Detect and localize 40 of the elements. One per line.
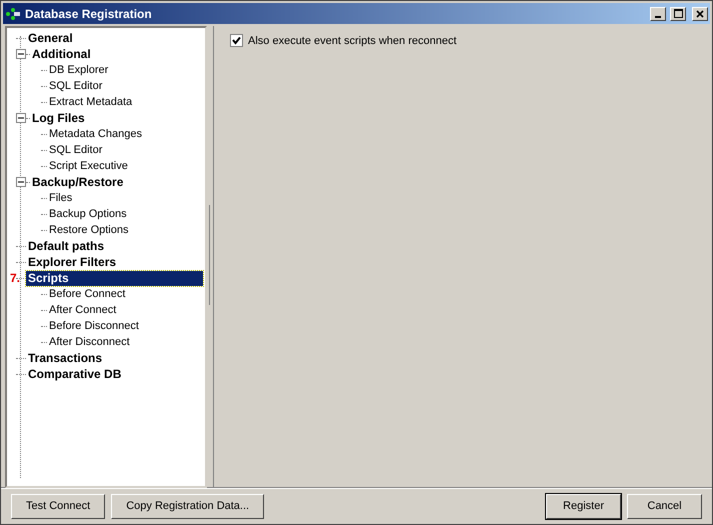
- close-icon: [696, 10, 704, 18]
- tree-item[interactable]: Comparative DB: [26, 366, 124, 382]
- tree-item[interactable]: Extract Metadata: [47, 94, 134, 110]
- tree-item[interactable]: Transactions: [26, 350, 104, 366]
- maximize-icon: [674, 9, 682, 18]
- dialog-button[interactable]: Register: [546, 494, 621, 518]
- maximize-button[interactable]: [670, 6, 686, 20]
- tree-item[interactable]: Explorer Filters: [26, 254, 118, 270]
- tree-item[interactable]: General: [26, 30, 75, 46]
- app-icon: [5, 8, 21, 20]
- annotation-number: 7.: [10, 271, 20, 285]
- tree-item[interactable]: Scripts: [26, 270, 203, 286]
- tree-item[interactable]: After Disconnect: [47, 334, 132, 350]
- minimize-icon: [655, 16, 661, 18]
- action-button[interactable]: Test Connect: [11, 494, 106, 518]
- collapse-icon[interactable]: [16, 49, 26, 59]
- collapse-icon[interactable]: [16, 177, 26, 187]
- tree-item[interactable]: Backup Options: [47, 206, 129, 222]
- minimize-button[interactable]: [650, 6, 666, 20]
- checkbox-label: Also execute event scripts when reconnect: [248, 34, 457, 46]
- window-title: Database Registration: [25, 6, 153, 20]
- tree-item[interactable]: SQL Editor: [47, 142, 104, 158]
- tree-item[interactable]: Default paths: [26, 238, 106, 254]
- tree-item[interactable]: DB Explorer: [47, 62, 110, 78]
- tree-item[interactable]: Backup/Restore: [30, 174, 126, 190]
- tree-item[interactable]: SQL Editor: [47, 78, 104, 94]
- tree-item[interactable]: Additional: [30, 46, 93, 62]
- tree-item[interactable]: Metadata Changes: [47, 126, 144, 142]
- tree-item[interactable]: Before Disconnect: [47, 318, 141, 334]
- close-button[interactable]: [692, 6, 708, 20]
- tree-item[interactable]: Files: [47, 190, 74, 206]
- tree-item[interactable]: Script Executive: [47, 158, 130, 174]
- dialog-button[interactable]: Cancel: [627, 494, 702, 518]
- tree-item[interactable]: Before Connect: [47, 286, 128, 302]
- tree-item[interactable]: Restore Options: [47, 222, 130, 238]
- action-button[interactable]: Copy Registration Data...: [111, 494, 264, 518]
- collapse-icon[interactable]: [16, 113, 26, 123]
- checkbox[interactable]: [230, 34, 243, 47]
- tree-item[interactable]: Log Files: [30, 110, 87, 126]
- tree-item[interactable]: After Connect: [47, 302, 118, 318]
